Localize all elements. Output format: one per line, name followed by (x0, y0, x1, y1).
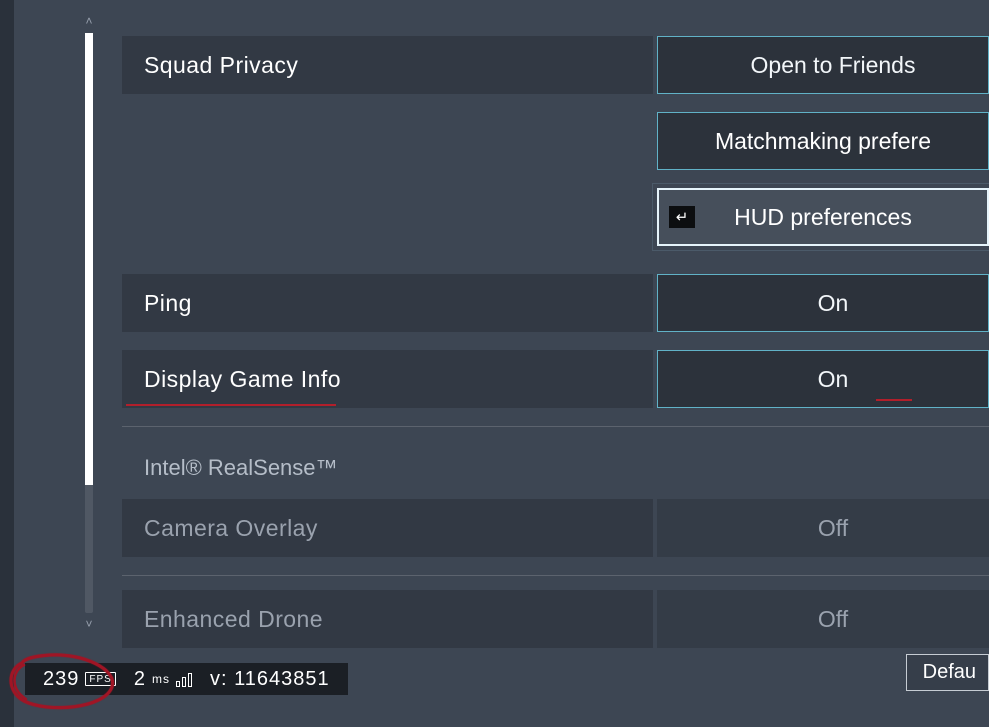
label-camera-overlay: Camera Overlay (122, 499, 653, 557)
row-camera-overlay: Camera Overlay Off (122, 499, 989, 557)
hud-preferences-button[interactable]: ↵ HUD preferences (657, 188, 989, 246)
fps-value: 239 (43, 668, 79, 691)
divider (122, 426, 989, 427)
latency-readout: 2 ms (134, 668, 192, 691)
version-readout: v: 11643851 (210, 668, 330, 691)
value-enhanced-drone: Off (657, 590, 989, 648)
spacer (122, 112, 657, 170)
scrollbar[interactable]: ˄ ˅ (80, 15, 98, 630)
label-squad-privacy: Squad Privacy (122, 36, 653, 94)
latency-value: 2 (134, 668, 146, 691)
game-info-overlay: 239 FPS 2 ms v: 11643851 (25, 663, 348, 695)
signal-bars-icon (176, 671, 192, 687)
enter-key-icon: ↵ (669, 206, 695, 228)
window-edge (0, 0, 14, 727)
scrollbar-thumb[interactable] (85, 33, 93, 485)
hud-preferences-label: HUD preferences (734, 204, 912, 231)
value-display-game-info[interactable]: On (657, 350, 989, 408)
label-display-game-info: Display Game Info (122, 350, 653, 408)
label-enhanced-drone: Enhanced Drone (122, 590, 653, 648)
version-prefix: v: (210, 668, 228, 690)
highlight-underline-icon (126, 404, 336, 406)
value-ping[interactable]: On (657, 274, 989, 332)
scrollbar-track[interactable] (85, 33, 93, 613)
row-enhanced-drone: Enhanced Drone Off (122, 590, 989, 648)
latency-unit: ms (152, 672, 170, 686)
matchmaking-preferences-button[interactable]: Matchmaking prefere (657, 112, 989, 170)
row-hud-link: ↵ HUD preferences (122, 188, 989, 246)
fps-icon: FPS (85, 672, 115, 686)
value-camera-overlay: Off (657, 499, 989, 557)
settings-list: Squad Privacy Open to Friends Matchmakin… (122, 36, 989, 648)
label-ping: Ping (122, 274, 653, 332)
fps-readout: 239 FPS (43, 668, 116, 691)
version-value: 11643851 (234, 668, 330, 690)
highlight-underline-icon (876, 399, 912, 401)
row-matchmaking-link: Matchmaking prefere (122, 112, 989, 170)
value-squad-privacy[interactable]: Open to Friends (657, 36, 989, 94)
spacer (122, 188, 657, 246)
chevron-up-icon[interactable]: ˄ (85, 15, 92, 27)
value-display-game-info-text: On (818, 366, 849, 393)
default-button[interactable]: Defau (906, 654, 989, 691)
row-ping: Ping On (122, 274, 989, 332)
section-realsense: Intel® RealSense™ (122, 441, 989, 499)
row-squad-privacy: Squad Privacy Open to Friends (122, 36, 989, 94)
chevron-down-icon[interactable]: ˅ (85, 618, 92, 630)
divider (122, 575, 989, 576)
row-display-game-info: Display Game Info On (122, 350, 989, 408)
